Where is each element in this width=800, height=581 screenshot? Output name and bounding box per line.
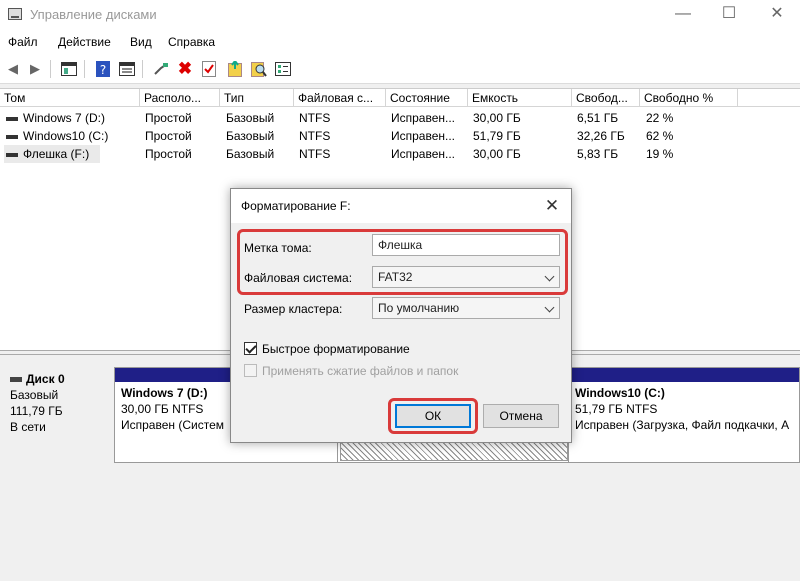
volume-name-cell: Windows 7 (D:) — [6, 109, 140, 127]
column-header-layout[interactable]: Располо... — [140, 89, 220, 107]
annotation-highlight — [388, 398, 478, 434]
free-space-cell: 32,26 ГБ — [577, 129, 625, 143]
column-header-capacity[interactable]: Емкость — [468, 89, 572, 107]
capacity-cell: 30,00 ГБ — [473, 147, 521, 161]
layout-cell: Простой — [145, 111, 192, 125]
free-percent-cell: 19 % — [646, 147, 674, 161]
delete-icon[interactable]: ✖ — [176, 59, 194, 78]
compression-checkbox[interactable] — [244, 364, 257, 377]
svg-text:?: ? — [100, 63, 106, 77]
column-header-free-percent[interactable]: Свободно % — [640, 89, 738, 107]
search-icon[interactable] — [250, 60, 268, 78]
type-cell: Базовый — [226, 147, 275, 161]
toolbar: ◀ ▶ ? ✖ — [0, 54, 800, 84]
volume-name-cell: Windows10 (C:) — [6, 127, 140, 145]
menu-bar: Файл Действие Вид Справка — [0, 30, 800, 54]
disk-management-icon — [8, 8, 22, 20]
annotation-highlight — [237, 229, 568, 295]
partition-title: Windows10 (C:) — [575, 386, 665, 400]
free-space-cell: 6,51 ГБ — [577, 111, 619, 125]
toolbar-separator — [142, 60, 143, 78]
menu-view[interactable]: Вид — [130, 35, 152, 49]
filesystem-cell: NTFS — [299, 147, 331, 161]
cluster-size-select[interactable]: По умолчанию — [372, 297, 560, 319]
list-icon[interactable] — [274, 60, 292, 78]
close-window-button[interactable]: ✕ — [754, 0, 800, 30]
chevron-down-icon — [544, 302, 555, 313]
capacity-cell: 51,79 ГБ — [473, 129, 521, 143]
title-bar: Управление дисками — ☐ ✕ — [0, 0, 800, 30]
type-cell: Базовый — [226, 129, 275, 143]
type-cell: Базовый — [226, 111, 275, 125]
volume-icon — [6, 152, 18, 157]
free-percent-cell: 22 % — [646, 111, 674, 125]
status-cell: Исправен... — [391, 111, 456, 125]
volume-name: Флешка (F:) — [23, 147, 90, 161]
column-header-empty — [738, 89, 800, 107]
layout-cell: Простой — [145, 147, 192, 161]
status-cell: Исправен... — [391, 147, 456, 161]
disk-label[interactable]: Диск 0 Базовый 111,79 ГБ В сети — [0, 367, 110, 463]
dialog-close-button[interactable]: ✕ — [541, 195, 563, 217]
disk-status: В сети — [10, 420, 46, 434]
table-row[interactable]: Флешка (F:) Простой Базовый NTFS Исправе… — [0, 145, 800, 163]
free-percent-cell: 62 % — [646, 129, 674, 143]
dialog-title-bar: Форматирование F: ✕ — [231, 189, 571, 223]
free-space-cell: 5,83 ГБ — [577, 147, 619, 161]
partition-size: 51,79 ГБ NTFS — [575, 402, 658, 416]
table-row[interactable]: Windows10 (C:) Простой Базовый NTFS Испр… — [0, 127, 800, 145]
volume-icon — [6, 134, 18, 139]
layout-cell: Простой — [145, 129, 192, 143]
quick-format-label[interactable]: Быстрое форматирование — [262, 342, 410, 356]
new-icon[interactable] — [226, 60, 244, 78]
column-header-filesystem[interactable]: Файловая с... — [294, 89, 386, 107]
column-header-volume[interactable]: Том — [0, 89, 140, 107]
cluster-size-value: По умолчанию — [378, 301, 460, 315]
menu-action[interactable]: Действие — [58, 35, 111, 49]
menu-help[interactable]: Справка — [168, 35, 215, 49]
dialog-title: Форматирование F: — [241, 199, 351, 213]
check-icon[interactable] — [200, 60, 218, 78]
compression-label: Применять сжатие файлов и папок — [262, 364, 459, 378]
cluster-size-caption: Размер кластера: — [244, 302, 343, 316]
menu-file[interactable]: Файл — [8, 35, 38, 49]
toolbar-separator — [50, 60, 51, 78]
disk-icon — [10, 377, 22, 383]
back-arrow-icon[interactable]: ◀ — [4, 60, 22, 78]
minimize-button[interactable]: — — [660, 0, 706, 30]
quick-format-checkbox[interactable] — [244, 342, 257, 355]
disk-name: Диск 0 — [26, 372, 65, 386]
cancel-button[interactable]: Отмена — [483, 404, 559, 428]
partition-bar — [569, 368, 799, 382]
forward-arrow-icon[interactable]: ▶ — [26, 60, 44, 78]
status-cell: Исправен... — [391, 129, 456, 143]
volume-name: Windows10 (C:) — [23, 129, 109, 143]
disk-size: 111,79 ГБ — [10, 404, 63, 418]
capacity-cell: 30,00 ГБ — [473, 111, 521, 125]
format-dialog: Форматирование F: ✕ Метка тома: Флешка Ф… — [230, 188, 572, 443]
volume-name: Windows 7 (D:) — [23, 111, 106, 125]
connect-icon[interactable] — [152, 60, 170, 78]
window-title: Управление дисками — [30, 7, 157, 22]
help-icon[interactable]: ? — [94, 60, 112, 78]
table-row[interactable]: Windows 7 (D:) Простой Базовый NTFS Испр… — [0, 109, 800, 127]
maximize-button[interactable]: ☐ — [706, 0, 752, 30]
column-header-free-space[interactable]: Свобод... — [572, 89, 640, 107]
filesystem-cell: NTFS — [299, 129, 331, 143]
disk-type: Базовый — [10, 388, 59, 402]
filesystem-cell: NTFS — [299, 111, 331, 125]
panel-icon[interactable] — [60, 60, 78, 78]
partition-status: Исправен (Загрузка, Файл подкачки, А — [575, 418, 790, 432]
column-header-type[interactable]: Тип — [220, 89, 294, 107]
column-header-status[interactable]: Состояние — [386, 89, 468, 107]
volume-name-cell: Флешка (F:) — [4, 145, 100, 163]
partition-windows10[interactable]: Windows10 (C:) 51,79 ГБ NTFS Исправен (З… — [568, 367, 800, 463]
properties-icon[interactable] — [118, 60, 136, 78]
toolbar-separator — [84, 60, 85, 78]
volume-icon — [6, 116, 18, 121]
